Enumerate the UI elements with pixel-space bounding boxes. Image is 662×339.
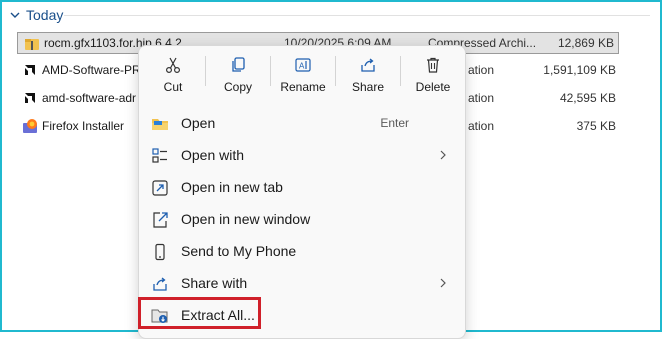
menu-item-open-new-window[interactable]: Open in new window (139, 203, 465, 235)
menu-item-label: Send to My Phone (181, 243, 297, 259)
file-name: amd-software-adr (42, 91, 137, 105)
file-type: ation (468, 91, 495, 105)
menu-item-label: Open in new tab (181, 179, 283, 195)
svg-text:A: A (299, 62, 305, 71)
zip-folder-icon (25, 39, 39, 50)
menu-item-share-with[interactable]: Share with (139, 267, 465, 299)
file-size: 42,595 KB (559, 91, 616, 105)
menu-item-label: Open in new window (181, 211, 311, 227)
context-menu: Cut Copy A Rename Share Delete Open Ente… (138, 45, 466, 339)
file-type: ation (468, 119, 495, 133)
chevron-right-icon (440, 278, 446, 288)
amd-icon (23, 91, 37, 105)
group-header-today[interactable]: Today (8, 6, 63, 24)
trash-icon (427, 57, 439, 73)
open-with-icon (152, 148, 167, 163)
copy-icon (232, 57, 245, 72)
menu-item-open-with[interactable]: Open with (139, 139, 465, 171)
file-size: 375 KB (576, 119, 616, 133)
amd-icon (23, 63, 37, 77)
scissors-icon (165, 57, 181, 74)
phone-icon (155, 243, 165, 261)
context-toolbar: Cut Copy A Rename Share Delete (139, 46, 467, 102)
cut-button[interactable]: Cut (141, 46, 205, 102)
chevron-right-icon (440, 150, 446, 160)
file-size: 1,591,109 KB (543, 63, 616, 77)
new-window-icon (153, 212, 168, 228)
file-size: 12,869 KB (557, 36, 614, 50)
menu-item-send-to-phone[interactable]: Send to My Phone (139, 235, 465, 267)
chevron-down-icon (10, 12, 20, 18)
group-header-label: Today (26, 7, 64, 23)
firefox-icon (23, 119, 37, 133)
delete-label: Delete (415, 80, 451, 94)
menu-item-open[interactable]: Open Enter (139, 107, 465, 139)
file-type: ation (468, 63, 495, 77)
highlight-box (138, 297, 261, 329)
rename-button[interactable]: A Rename (271, 46, 335, 102)
copy-button[interactable]: Copy (206, 46, 270, 102)
menu-item-label: Open with (181, 147, 245, 163)
share-with-icon (153, 277, 167, 291)
file-name: AMD-Software-PR (42, 63, 141, 77)
menu-item-label: Share with (181, 275, 248, 291)
cut-label: Cut (163, 80, 183, 94)
new-tab-icon (152, 180, 168, 196)
folder-open-icon (152, 119, 168, 130)
rename-icon: A (295, 58, 311, 72)
group-divider (64, 15, 650, 16)
menu-item-open-new-tab[interactable]: Open in new tab (139, 171, 465, 203)
file-name: Firefox Installer (42, 119, 125, 133)
share-icon (361, 58, 375, 72)
share-label: Share (351, 80, 385, 94)
delete-button[interactable]: Delete (401, 46, 465, 102)
rename-label: Rename (280, 80, 326, 94)
menu-item-label: Open (181, 115, 216, 131)
copy-label: Copy (223, 80, 252, 94)
shortcut-label: Enter (380, 116, 409, 130)
share-button[interactable]: Share (336, 46, 400, 102)
